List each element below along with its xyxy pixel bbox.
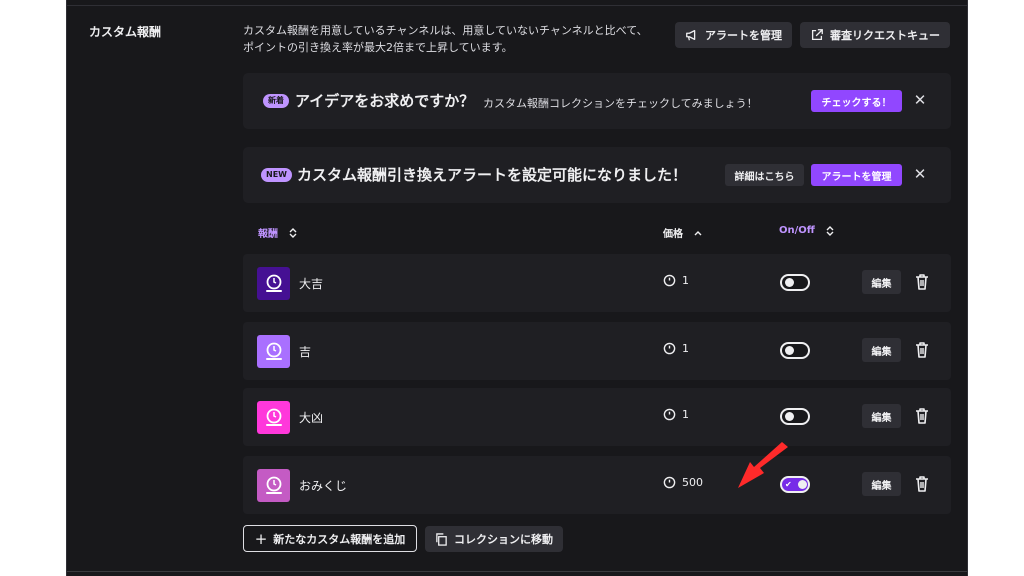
section-title: カスタム報酬 xyxy=(89,25,162,39)
close-icon[interactable]: ✕ xyxy=(912,163,928,185)
edit-button[interactable]: 編集 xyxy=(862,338,901,362)
reward-price: 500 xyxy=(663,476,703,489)
crystal-ball-icon xyxy=(265,274,282,292)
sort-icon xyxy=(289,227,297,238)
reward-row: おみくじ 500 ✔ 編集 xyxy=(243,456,951,514)
reward-name: おみくじ xyxy=(299,479,348,493)
external-link-icon xyxy=(811,29,823,41)
price-value: 500 xyxy=(682,476,703,489)
manage-alerts-label: アラートを管理 xyxy=(705,29,782,42)
description-line: ポイントの引き換え率が最大2倍まで上昇しています。 xyxy=(243,41,513,54)
divider xyxy=(67,571,967,572)
crystal-ball-icon xyxy=(265,408,282,426)
trash-icon[interactable] xyxy=(912,272,932,292)
reward-row: 吉 1 編集 xyxy=(243,322,951,380)
trash-icon[interactable] xyxy=(912,406,932,426)
reward-price: 1 xyxy=(663,274,689,287)
banner-title: カスタム報酬引き換えアラートを設定可能になりました！ xyxy=(297,166,688,184)
edit-button[interactable]: 編集 xyxy=(862,270,901,294)
copy-icon xyxy=(436,532,447,546)
toggle-knob xyxy=(785,278,794,287)
channel-points-icon xyxy=(663,342,676,355)
manage-alerts-button[interactable]: アラートを管理 xyxy=(675,22,792,48)
trash-icon[interactable] xyxy=(912,474,932,494)
toggle-knob xyxy=(785,346,794,355)
add-reward-label: 新たなカスタム報酬を追加 xyxy=(273,532,406,546)
alerts-banner: NEW カスタム報酬引き換えアラートを設定可能になりました！ 詳細はこちら アラ… xyxy=(243,147,951,203)
banner-subtitle: カスタム報酬コレクションをチェックしてみましょう！ xyxy=(483,97,758,110)
new-badge: NEW xyxy=(261,168,292,182)
reward-price: 1 xyxy=(663,408,689,421)
details-button[interactable]: 詳細はこちら xyxy=(725,164,804,186)
reward-row: 大吉 1 編集 xyxy=(243,254,951,312)
column-header-price[interactable]: 価格 xyxy=(663,225,703,240)
description-line: カスタム報酬を用意しているチャンネルは、用意していないチャンネルと比べて、 xyxy=(243,24,648,37)
channel-points-icon xyxy=(663,408,676,421)
reward-price: 1 xyxy=(663,342,689,355)
price-value: 1 xyxy=(682,342,689,355)
go-to-collection-button[interactable]: コレクションに移動 xyxy=(425,526,563,552)
column-label: 報酬 xyxy=(258,229,278,240)
enable-toggle[interactable] xyxy=(780,408,810,425)
new-badge: 新着 xyxy=(263,94,289,108)
sort-ascending-icon xyxy=(694,230,702,235)
custom-rewards-panel: カスタム報酬 カスタム報酬を用意しているチャンネルは、用意していないチャンネルと… xyxy=(66,0,968,576)
column-label: 価格 xyxy=(663,229,683,240)
review-queue-label: 審査リクエストキュー xyxy=(830,29,940,42)
plus-icon: + xyxy=(254,529,268,548)
reward-name: 吉 xyxy=(299,345,312,359)
crystal-ball-icon xyxy=(265,476,282,494)
trash-icon[interactable] xyxy=(912,340,932,360)
price-value: 1 xyxy=(682,274,689,287)
reward-thumbnail xyxy=(257,335,290,368)
enable-toggle[interactable] xyxy=(780,274,810,291)
review-queue-button[interactable]: 審査リクエストキュー xyxy=(800,22,950,48)
toggle-knob xyxy=(798,480,807,489)
price-value: 1 xyxy=(682,408,689,421)
edit-button[interactable]: 編集 xyxy=(862,404,901,428)
divider xyxy=(67,5,967,6)
reward-thumbnail xyxy=(257,267,290,300)
reward-thumbnail xyxy=(257,469,290,502)
channel-points-icon xyxy=(663,476,676,489)
reward-name: 大凶 xyxy=(299,411,324,425)
edit-button[interactable]: 編集 xyxy=(862,472,901,496)
crystal-ball-icon xyxy=(265,342,282,360)
channel-points-icon xyxy=(663,274,676,287)
column-header-reward[interactable]: 報酬 xyxy=(258,225,298,240)
annotation-arrow xyxy=(738,442,788,488)
banner-title: アイデアをお求めですか？ xyxy=(295,92,475,110)
column-label: On/Off xyxy=(779,225,815,236)
sort-icon xyxy=(826,225,834,236)
close-icon[interactable]: ✕ xyxy=(912,89,928,111)
reward-name: 大吉 xyxy=(299,277,324,291)
megaphone-icon xyxy=(686,29,696,41)
check-it-out-button[interactable]: チェックする！ xyxy=(811,90,902,112)
reward-thumbnail xyxy=(257,401,290,434)
section-description: カスタム報酬を用意しているチャンネルは、用意していないチャンネルと比べて、 ポイ… xyxy=(243,22,663,56)
enable-toggle[interactable] xyxy=(780,342,810,359)
ideas-banner: 新着 アイデアをお求めですか？ カスタム報酬コレクションをチェックしてみましょう… xyxy=(243,73,951,129)
add-custom-reward-button[interactable]: + 新たなカスタム報酬を追加 xyxy=(243,525,417,552)
column-header-onoff[interactable]: On/Off xyxy=(779,225,835,236)
manage-alerts-banner-button[interactable]: アラートを管理 xyxy=(811,164,902,186)
toggle-knob xyxy=(785,412,794,421)
go-to-collection-label: コレクションに移動 xyxy=(454,533,553,546)
reward-row: 大凶 1 編集 xyxy=(243,388,951,446)
